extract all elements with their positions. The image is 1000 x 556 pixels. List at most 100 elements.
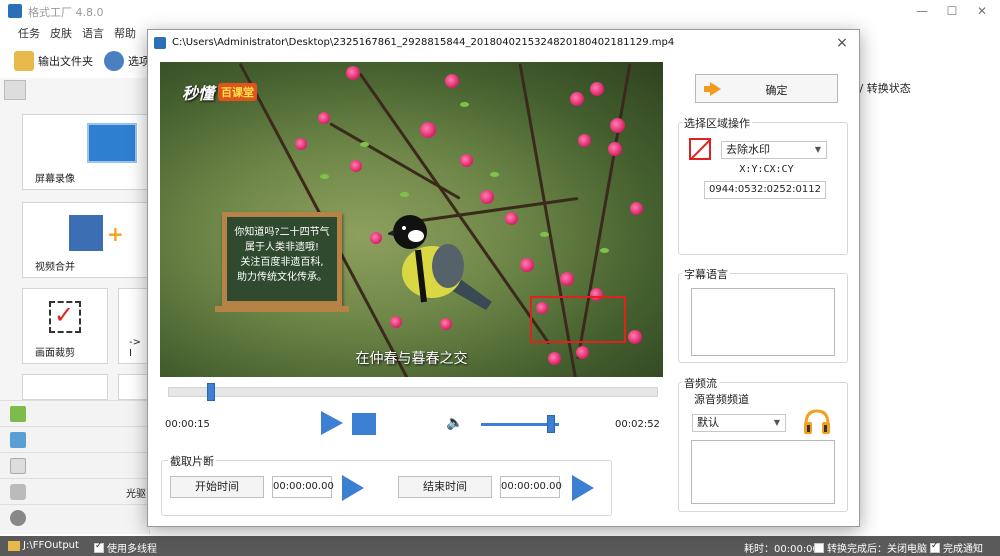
output-path[interactable]: J:\FFOutput	[8, 540, 79, 551]
blossom	[590, 82, 604, 96]
chalk-text: 关注百度非遗百科,	[240, 257, 324, 268]
output-path-text: J:\FFOutput	[23, 540, 79, 551]
blossom	[460, 154, 473, 167]
tile-video-merge[interactable]: + 视频合并	[22, 202, 148, 278]
end-time-field[interactable]: 00:00:00.00	[500, 476, 562, 498]
folder-icon	[8, 540, 20, 551]
blossom	[295, 138, 307, 150]
checkbox-checked	[94, 541, 104, 553]
film-icon	[69, 215, 103, 251]
headphone-icon[interactable]	[802, 408, 832, 436]
gear-icon	[104, 51, 124, 71]
dialog-title: C:\Users\Administrator\Desktop\232516786…	[172, 37, 675, 48]
status-bar: J:\FFOutput 使用多线程 耗时：00:00:00 转换完成后：关闭电脑…	[0, 536, 1000, 556]
blossom	[608, 142, 622, 156]
audio-channel-select[interactable]: 默认 ▼	[692, 414, 786, 432]
menu-help[interactable]: 帮助	[114, 25, 136, 41]
chalkboard-stand	[215, 306, 349, 312]
audio-stream-list[interactable]	[691, 440, 835, 504]
seek-thumb[interactable]	[206, 383, 215, 401]
blossom	[350, 160, 362, 172]
tile-label: -> I	[129, 337, 141, 359]
output-folder-label: 输出文件夹	[38, 55, 93, 68]
start-time-field[interactable]: 00:00:00.00	[272, 476, 334, 498]
video-edit-dialog: C:\Users\Administrator\Desktop\232516786…	[147, 29, 860, 527]
tile-partial-3[interactable]	[118, 374, 148, 400]
audio-group-legend: 音频流	[682, 375, 719, 391]
plus-icon: +	[107, 222, 124, 246]
drive-icon	[10, 484, 26, 500]
current-time: 00:00:15	[165, 419, 210, 430]
music-icon	[10, 406, 26, 422]
play-start-icon[interactable]	[342, 475, 364, 501]
blossom	[520, 258, 534, 272]
disc-label: 光驱	[126, 489, 146, 500]
clip-group-legend: 截取片断	[168, 453, 216, 469]
seek-bar[interactable]	[168, 387, 658, 397]
notify-checkbox[interactable]: 完成通知	[930, 540, 983, 555]
elapsed-text: 耗时：00:00:00	[744, 544, 819, 555]
leaf	[360, 142, 369, 147]
notify-label: 完成通知	[943, 544, 983, 555]
multithread-checkbox[interactable]: 使用多线程	[94, 540, 157, 555]
document-icon	[10, 458, 26, 474]
multithread-label: 使用多线程	[107, 544, 157, 555]
video-category-icon[interactable]	[4, 80, 26, 100]
tile-partial[interactable]: -> I	[118, 288, 148, 364]
category-audio[interactable]	[0, 400, 150, 426]
play-icon[interactable]	[321, 411, 343, 435]
minimize-icon[interactable]: —	[908, 2, 936, 20]
tile-screen-record[interactable]: 屏幕录像	[22, 114, 148, 190]
start-time-button[interactable]: 开始时间	[170, 476, 264, 498]
close-icon[interactable]: ×	[833, 34, 851, 52]
region-mode-select[interactable]: 去除水印 ▼	[721, 141, 827, 159]
play-end-icon[interactable]	[572, 475, 594, 501]
blossom	[578, 134, 591, 147]
output-folder-button[interactable]: 输出文件夹	[14, 50, 93, 72]
volume-icon[interactable]: 🔈	[446, 415, 464, 431]
leaf	[460, 102, 469, 107]
chevron-down-icon: ▼	[773, 418, 780, 427]
app-title: 格式工厂 4.8.0	[28, 6, 104, 19]
close-icon[interactable]: ✕	[968, 2, 996, 20]
tile-partial-2[interactable]	[22, 374, 108, 400]
coord-input[interactable]: 0944:0532:0252:0112	[704, 181, 826, 199]
blossom	[318, 112, 330, 124]
leaf	[540, 232, 549, 237]
menu-language[interactable]: 语言	[82, 25, 104, 41]
watermark-selection-rect[interactable]	[530, 296, 626, 343]
chalk-text: 属于人类非遗哦!	[244, 242, 319, 253]
image-icon	[10, 432, 26, 448]
subtitle-lang-list[interactable]	[691, 288, 835, 356]
ok-button[interactable]: 确定	[695, 74, 838, 103]
menu-task[interactable]: 任务	[18, 25, 40, 41]
category-disc[interactable]: 光驱	[0, 478, 150, 504]
total-time: 00:02:52	[615, 419, 660, 430]
menu-skin[interactable]: 皮肤	[50, 25, 72, 41]
blossom	[560, 272, 574, 286]
region-mode-value: 去除水印	[726, 143, 770, 156]
shutdown-checkbox[interactable]: 转换完成后：关闭电脑	[814, 540, 927, 555]
category-image[interactable]	[0, 426, 150, 452]
logo-sub-text: 百课堂	[218, 83, 258, 101]
video-subtitle: 在仲春与暮春之交	[355, 351, 468, 367]
leaf	[490, 172, 499, 177]
tile-crop[interactable]: ✓ 画面裁剪	[22, 288, 108, 364]
blossom	[570, 92, 584, 106]
blossom	[630, 202, 643, 215]
blossom	[370, 232, 382, 244]
blossom	[445, 74, 459, 88]
subtitle-lang-legend: 字幕语言	[682, 266, 730, 282]
blossom	[346, 66, 360, 80]
end-time-button[interactable]: 结束时间	[398, 476, 492, 498]
maximize-icon[interactable]: ☐	[938, 2, 966, 20]
video-preview[interactable]: 秒懂 百课堂 你知道吗?二十四节气 属于人类非遗哦! 关注百度非遗百科, 助力传…	[160, 62, 663, 377]
leaf	[400, 192, 409, 197]
options-button[interactable]: 选项	[104, 50, 150, 72]
blossom	[420, 122, 436, 138]
category-tools[interactable]	[0, 504, 150, 530]
volume-thumb[interactable]	[547, 415, 556, 433]
category-document[interactable]	[0, 452, 150, 478]
chevron-down-icon: ▼	[814, 145, 821, 154]
stop-icon[interactable]	[352, 413, 376, 435]
